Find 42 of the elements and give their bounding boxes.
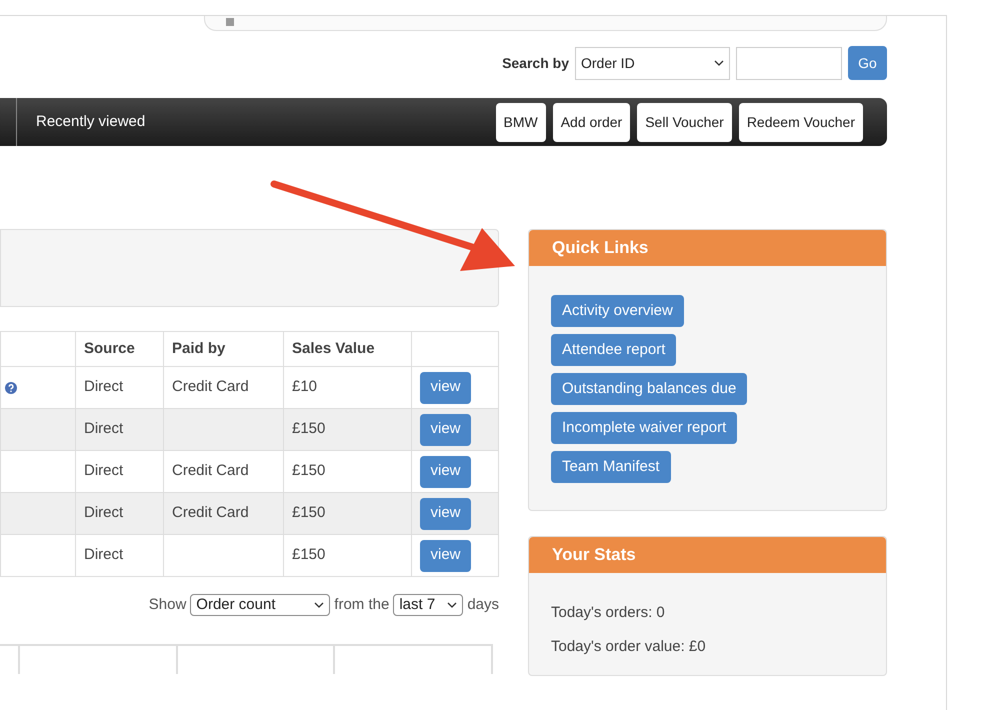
nav-button[interactable]: Sell Voucher [637, 102, 732, 142]
go-button[interactable]: Go [848, 46, 887, 80]
quick-link-button[interactable]: Team Manifest [551, 451, 671, 483]
panel-header: Your Stats [529, 537, 886, 573]
chevron-down-icon [314, 602, 324, 608]
table-cell: Direct [76, 408, 164, 450]
view-button[interactable]: view [420, 372, 471, 404]
nav-button[interactable]: Redeem Voucher [738, 102, 863, 142]
panel-header: Quick Links [529, 230, 886, 266]
column-header: Sales Value [284, 332, 412, 366]
help-icon[interactable] [5, 382, 17, 394]
nav-button[interactable]: Add order [552, 102, 630, 142]
stat-line: Today's order value: £0 [551, 636, 707, 656]
quick-link-button[interactable]: Activity overview [551, 295, 684, 327]
view-button[interactable]: view [420, 498, 471, 530]
table-cell: £150 [284, 408, 412, 450]
period-select[interactable]: last 7 [393, 594, 464, 616]
nav-link[interactable]: Recently viewed [36, 110, 146, 134]
table-cell: Direct [76, 534, 164, 576]
search-label: Search by [502, 54, 569, 73]
quick-link-button[interactable]: Attendee report [551, 334, 676, 366]
table-cell: Credit Card [164, 492, 284, 534]
nav-button[interactable]: BMW [496, 102, 546, 142]
quick-link-button[interactable]: Outstanding balances due [551, 373, 748, 405]
search-type-select[interactable]: Order ID [575, 46, 730, 80]
chevron-down-icon [714, 60, 724, 66]
table-cell: Direct [76, 492, 164, 534]
search-field[interactable] [736, 46, 842, 80]
table-cell: £150 [284, 534, 412, 576]
metric-select[interactable]: Order count [190, 594, 330, 616]
view-button[interactable]: view [420, 456, 471, 488]
show-label: Show [148, 595, 186, 615]
days-label: days [467, 595, 499, 615]
view-button[interactable]: view [420, 414, 471, 446]
quick-link-button[interactable]: Incomplete waiver report [551, 412, 738, 444]
stat-line: Today's orders: 0 [551, 603, 666, 623]
from-label: from the [334, 595, 390, 615]
column-header: Source [76, 332, 164, 366]
column-header: Paid by [164, 332, 284, 366]
view-button[interactable]: view [420, 540, 471, 572]
table-cell: £150 [284, 492, 412, 534]
chevron-down-icon [447, 602, 458, 608]
